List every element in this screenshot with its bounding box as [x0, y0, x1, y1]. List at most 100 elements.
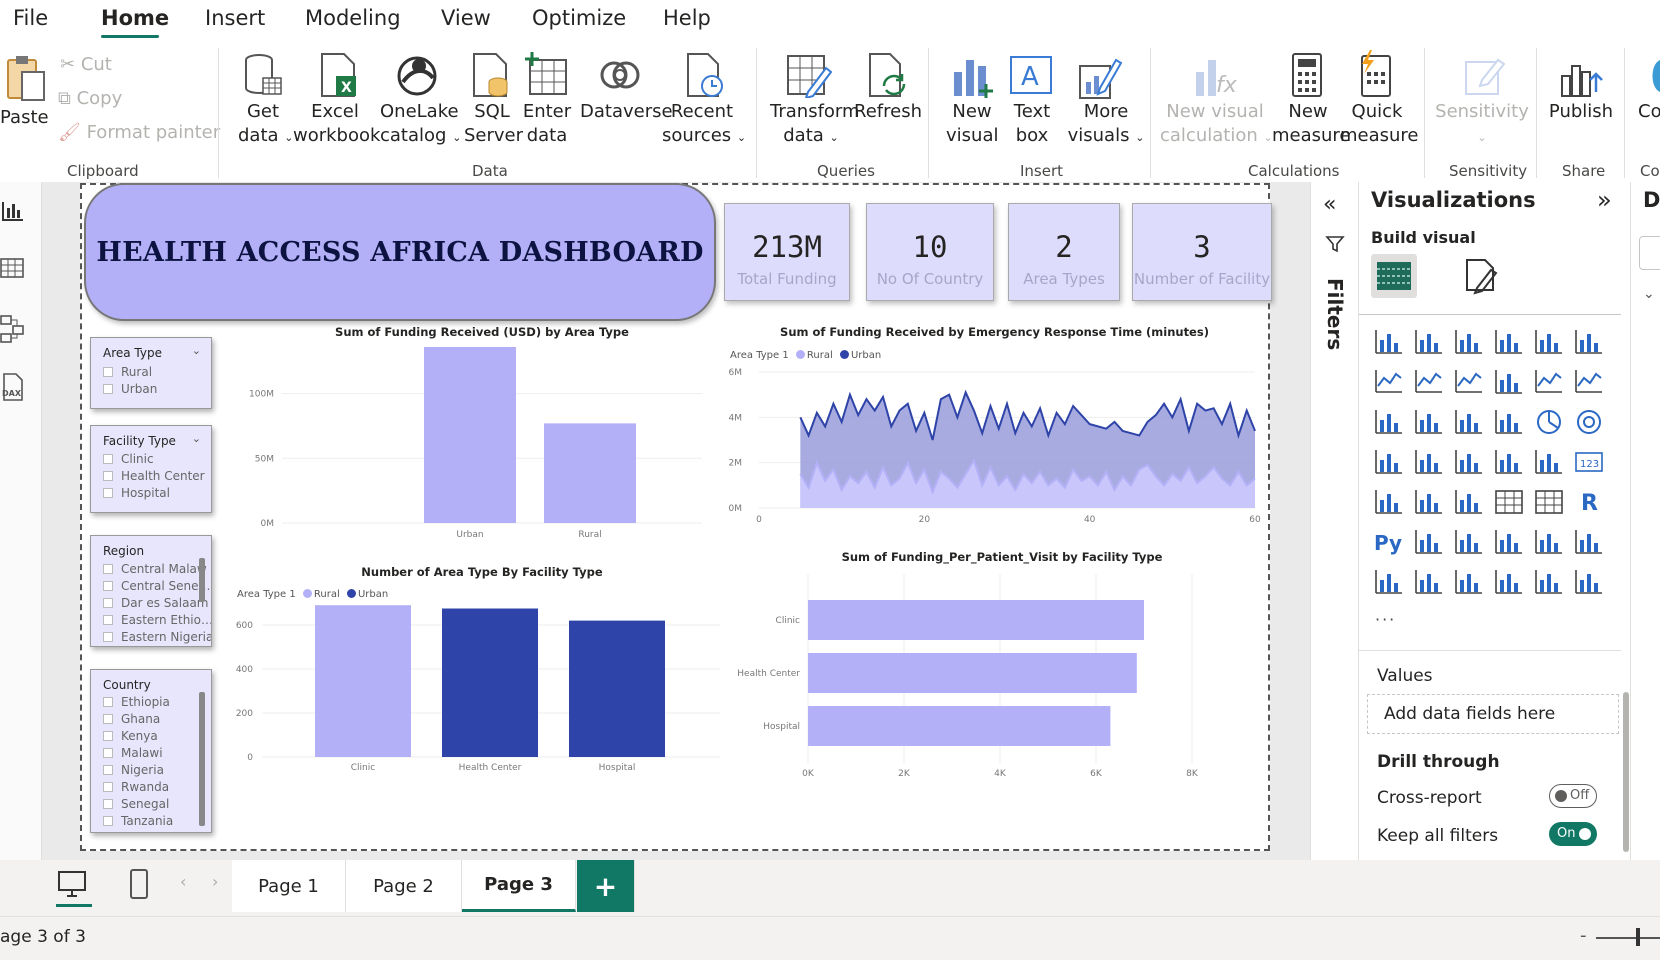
- expand-right-icon[interactable]: »: [1597, 186, 1612, 214]
- menu-insert[interactable]: Insert: [205, 6, 265, 30]
- dax-query-view-icon[interactable]: DAX: [0, 372, 26, 406]
- line-icon[interactable]: [1373, 366, 1405, 398]
- onelake-catalog-button[interactable]: OneLake catalog ⌄: [380, 100, 461, 150]
- smart-narrative-icon[interactable]: [1533, 526, 1565, 558]
- gauge-icon[interactable]: [1533, 446, 1565, 478]
- new-visual-button[interactable]: New visual: [946, 100, 998, 148]
- checkbox[interactable]: [103, 488, 113, 498]
- copilot-button[interactable]: Co: [1638, 100, 1660, 124]
- slicer-option[interactable]: Eastern Nigeria: [103, 630, 211, 644]
- kpi-card-country-count[interactable]: 10 No Of Country: [866, 203, 994, 301]
- 100-bar-icon[interactable]: [1533, 326, 1565, 358]
- clustered-bar-icon[interactable]: [1453, 326, 1485, 358]
- azure-map-icon[interactable]: [1493, 446, 1525, 478]
- chevron-down-icon[interactable]: ⌄: [192, 344, 201, 357]
- transform-data-button[interactable]: Transform data ⌄: [770, 100, 860, 150]
- diamond-icon[interactable]: [1533, 566, 1565, 598]
- checkbox[interactable]: [103, 564, 113, 574]
- slicer-region[interactable]: Region Central Malaw Central Sene… Dar e…: [90, 535, 212, 647]
- checkbox[interactable]: [103, 782, 113, 792]
- donut-icon[interactable]: [1573, 406, 1605, 438]
- cross-report-toggle[interactable]: Off: [1549, 784, 1597, 808]
- checkbox[interactable]: [103, 632, 113, 642]
- data-search-input[interactable]: [1639, 236, 1660, 270]
- kpi-card-total-funding[interactable]: 213M Total Funding: [724, 203, 850, 301]
- copy-button[interactable]: ⧉ Copy: [58, 88, 122, 109]
- format-painter-button[interactable]: 🖌 Format painter: [58, 122, 220, 143]
- matrix-icon[interactable]: [1533, 486, 1565, 518]
- slicer-option[interactable]: Central Malaw: [103, 562, 207, 576]
- slicer-option[interactable]: Urban: [103, 382, 157, 396]
- line-column-icon[interactable]: [1533, 366, 1565, 398]
- checkbox[interactable]: [103, 731, 113, 741]
- new-measure-button[interactable]: New measure: [1272, 100, 1351, 148]
- checkbox[interactable]: [103, 471, 113, 481]
- refresh-button[interactable]: Refresh: [854, 100, 922, 124]
- power-automate-icon[interactable]: [1573, 566, 1605, 598]
- publish-button[interactable]: Publish: [1546, 100, 1616, 124]
- menu-file[interactable]: File: [13, 6, 48, 30]
- build-visual-tab[interactable]: [1371, 254, 1417, 298]
- next-page-icon[interactable]: ›: [212, 872, 218, 891]
- report-view-icon[interactable]: [0, 198, 26, 228]
- paginated-icon[interactable]: [1573, 526, 1605, 558]
- more-visuals-button[interactable]: More visuals ⌄: [1066, 100, 1146, 150]
- kpi-icon[interactable]: [1413, 486, 1445, 518]
- kpi-card-facility-count[interactable]: 3 Number of Facility: [1132, 203, 1272, 301]
- slicer-option[interactable]: Hospital: [103, 486, 170, 500]
- get-data-button[interactable]: Get data ⌄: [238, 100, 294, 150]
- menu-home[interactable]: Home: [101, 6, 169, 30]
- page-tab-3[interactable]: Page 3: [462, 860, 576, 912]
- chart-area-type-by-facility[interactable]: Number of Area Type By Facility Type Are…: [232, 565, 732, 785]
- menu-view[interactable]: View: [441, 6, 491, 30]
- checkbox[interactable]: [103, 454, 113, 464]
- area-icon[interactable]: [1413, 366, 1445, 398]
- menu-optimize[interactable]: Optimize: [532, 6, 626, 30]
- chart-funding-by-response-time[interactable]: Sum of Funding Received by Emergency Res…: [722, 325, 1267, 535]
- checkbox[interactable]: [103, 714, 113, 724]
- slicer-country[interactable]: Country Ethiopia Ghana Kenya Malawi Nige…: [90, 669, 212, 833]
- checkbox[interactable]: [103, 598, 113, 608]
- slicer-option[interactable]: Dar es Salaam: [103, 596, 209, 610]
- sql-server-button[interactable]: SQL Server: [464, 100, 523, 148]
- add-data-fields-dropzone[interactable]: Add data fields here: [1367, 694, 1619, 734]
- kpi-card-area-types[interactable]: 2 Area Types: [1008, 203, 1120, 301]
- menu-modeling[interactable]: Modeling: [305, 6, 401, 30]
- chart-funding-by-area-type[interactable]: Sum of Funding Received (USD) by Area Ty…: [232, 325, 732, 555]
- zoom-out-icon[interactable]: -: [1580, 925, 1587, 946]
- excel-workbook-button[interactable]: Excel workbook: [293, 100, 380, 148]
- stacked-column-icon[interactable]: [1413, 326, 1445, 358]
- qna-icon[interactable]: [1493, 526, 1525, 558]
- python-visual-icon[interactable]: Py: [1373, 526, 1405, 558]
- slicer-scrollbar[interactable]: [199, 692, 205, 826]
- key-influencers-icon[interactable]: [1413, 526, 1445, 558]
- slicer-icon[interactable]: [1453, 486, 1485, 518]
- zoom-slider[interactable]: [1596, 937, 1660, 939]
- text-box-button[interactable]: Text box: [1006, 100, 1058, 148]
- r-visual-icon[interactable]: R: [1573, 486, 1605, 518]
- format-visual-icon[interactable]: [1461, 256, 1501, 300]
- metrics-icon[interactable]: [1373, 566, 1405, 598]
- checkbox[interactable]: [103, 697, 113, 707]
- slicer-option[interactable]: Ghana: [103, 712, 160, 726]
- checkbox[interactable]: [103, 615, 113, 625]
- slicer-scrollbar[interactable]: [199, 558, 205, 602]
- recent-sources-button[interactable]: Recent sources ⌄: [662, 100, 746, 150]
- slicer-option[interactable]: Malawi: [103, 746, 163, 760]
- slicer-option[interactable]: Nigeria: [103, 763, 164, 777]
- chevron-down-icon[interactable]: ⌄: [1643, 286, 1655, 302]
- dataverse-button[interactable]: Dataverse: [580, 100, 673, 124]
- model-view-icon[interactable]: [0, 314, 26, 348]
- slicer-option[interactable]: Rural: [103, 365, 152, 379]
- table-view-icon[interactable]: [0, 256, 26, 286]
- paste-button[interactable]: Paste: [0, 106, 49, 130]
- table-icon[interactable]: [1493, 486, 1525, 518]
- checkbox[interactable]: [103, 816, 113, 826]
- slicer-option[interactable]: Senegal: [103, 797, 169, 811]
- checkbox[interactable]: [103, 581, 113, 591]
- multi-card-icon[interactable]: [1373, 486, 1405, 518]
- more-visuals-ellipsis[interactable]: ···: [1375, 610, 1396, 629]
- checkbox[interactable]: [103, 748, 113, 758]
- stacked-bar-icon[interactable]: [1373, 326, 1405, 358]
- slicer-option[interactable]: Ethiopia: [103, 695, 170, 709]
